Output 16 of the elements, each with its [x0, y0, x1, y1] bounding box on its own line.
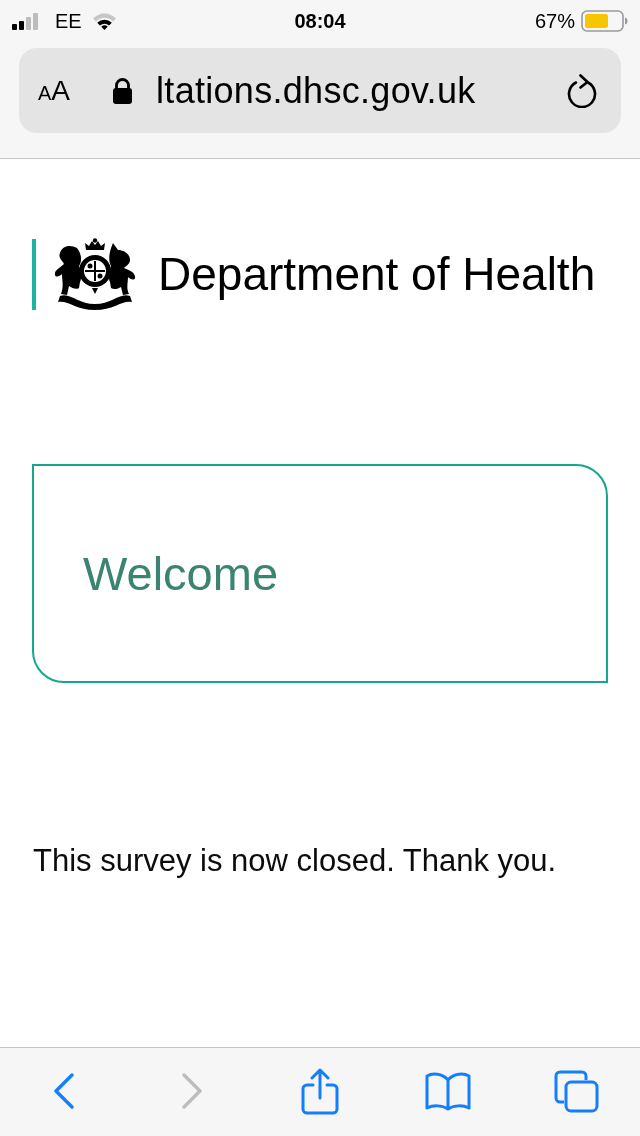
lock-icon — [112, 77, 134, 104]
url-text: ltations.dhsc.gov.uk — [156, 72, 476, 109]
battery-percentage: 67% — [534, 11, 575, 31]
survey-closed-message: This survey is now closed. Thank you. — [33, 843, 558, 879]
text-size-button[interactable]: AA — [38, 76, 71, 105]
reload-icon — [566, 73, 598, 108]
signal-strength-icon — [12, 12, 39, 30]
welcome-heading: Welcome — [83, 550, 279, 597]
accent-bar — [32, 238, 36, 310]
clock-time: 08:04 — [294, 11, 346, 31]
battery-icon — [581, 10, 628, 32]
reload-button[interactable] — [566, 73, 598, 108]
coat-of-arms-icon — [52, 238, 138, 310]
carrier-name: EE — [55, 11, 82, 31]
address-bar[interactable]: AA ltations.dhsc.gov.uk — [19, 48, 621, 133]
wifi-icon — [91, 12, 117, 30]
